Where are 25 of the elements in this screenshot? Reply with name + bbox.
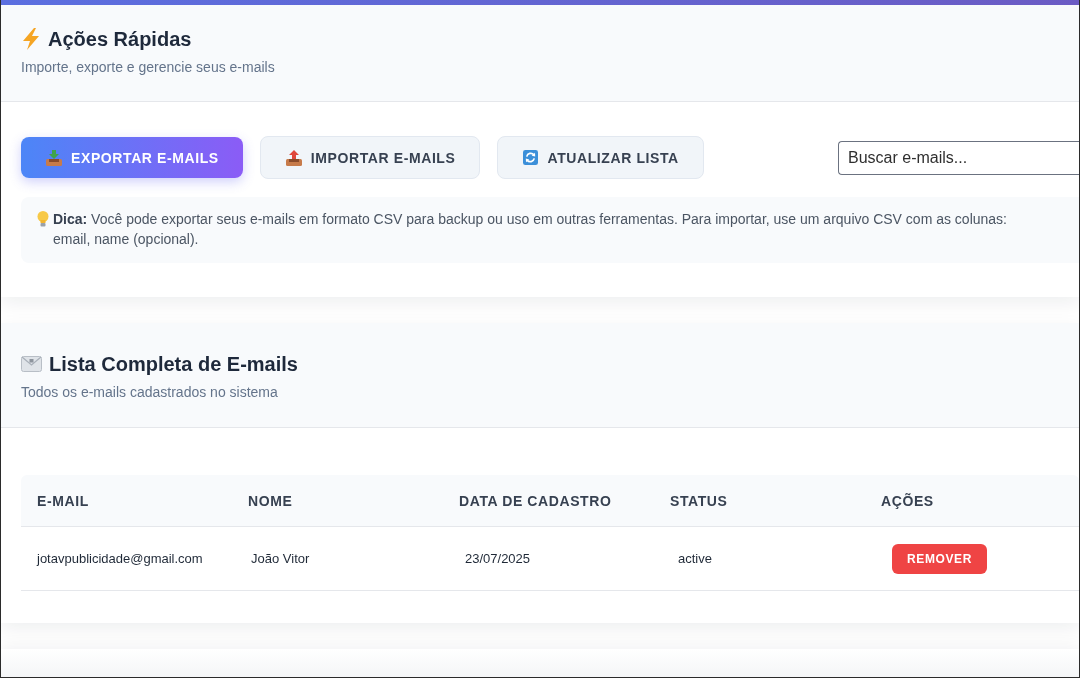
- section-title: Lista Completa de E-mails: [49, 352, 298, 377]
- tray-upload-icon: [285, 149, 302, 166]
- search-field[interactable]: Buscar e-mails...: [838, 140, 1079, 175]
- tray-download-icon: [46, 149, 62, 166]
- refresh-button[interactable]: ATUALIZAR LISTA: [497, 136, 704, 179]
- tip-text: Dica: Você pode exportar seus e-mails em formato CSV para backup ou uso em outras ferramentas. Para importar, use um arquivo CSV com as colunas: email, name (opcional).: [53, 210, 1008, 249]
- name-cell: João Vitor: [251, 551, 310, 566]
- status-cell: active: [678, 551, 712, 566]
- lightning-icon: [21, 28, 41, 50]
- column-header: DATA DE CADASTRO: [459, 492, 612, 509]
- remove-button[interactable]: REMOVER: [892, 543, 987, 574]
- import-button[interactable]: IMPORTAR E-MAILS: [259, 136, 481, 179]
- section-subtitle: Todos os e-mails cadastrados no sistema: [21, 383, 278, 402]
- column-header: NOME: [248, 492, 293, 509]
- column-header: E-MAIL: [37, 492, 89, 509]
- email-cell: jotavpublicidade@gmail.com: [37, 551, 203, 566]
- column-header: AÇÕES: [881, 492, 934, 509]
- column-header: STATUS: [670, 492, 728, 509]
- export-button[interactable]: EXPORTAR E-MAILS: [21, 137, 243, 178]
- refresh-icon: [523, 150, 539, 165]
- section-subtitle: Importe, exporte e gerencie seus e-mails: [21, 58, 275, 77]
- section-title: Ações Rápidas: [48, 27, 192, 52]
- date-cell: 23/07/2025: [465, 551, 531, 566]
- lightbulb-icon: [37, 211, 49, 227]
- envelope-icon: [21, 356, 42, 372]
